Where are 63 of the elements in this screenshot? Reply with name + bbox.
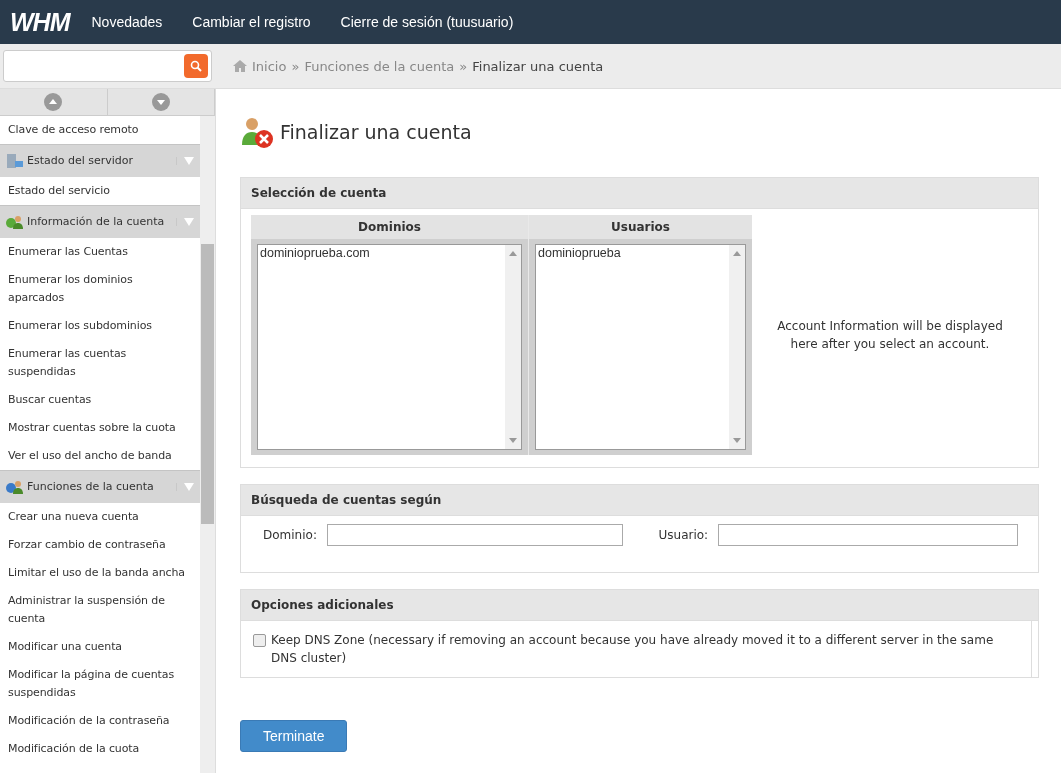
nav-link[interactable]: Novedades xyxy=(91,14,163,30)
home-icon[interactable] xyxy=(233,60,247,72)
account-info-text: Account Information will be displayed here after you select an account. xyxy=(776,318,1004,353)
breadcrumb-separator: » xyxy=(459,58,468,74)
section-label: Funciones de la cuenta xyxy=(27,479,155,495)
field-label: Usuario: xyxy=(658,528,709,542)
section-label: Información de la cuenta xyxy=(27,214,166,230)
panel-title: Búsqueda de cuentas según xyxy=(241,485,1038,516)
user-gear-icon xyxy=(6,479,24,495)
user-remove-icon xyxy=(240,115,274,149)
section-label: Estado del servidor xyxy=(27,153,135,169)
sidebar-scrollbar[interactable] xyxy=(200,116,215,773)
field-label: Dominio: xyxy=(263,528,317,542)
sidebar-link[interactable]: Ver el uso del ancho de banda xyxy=(0,442,200,470)
column-header: Usuarios xyxy=(529,215,752,239)
page-title: Finalizar una cuenta xyxy=(280,121,472,143)
search-icon xyxy=(190,60,202,72)
sidebar-link[interactable]: Crear una nueva cuenta xyxy=(0,503,200,531)
user-option[interactable]: dominioprueba xyxy=(538,246,727,260)
collapse-caret-icon[interactable] xyxy=(176,157,194,165)
sidebar-link[interactable]: Mostrar cuentas sobre la cuota xyxy=(0,414,200,442)
search-field[interactable] xyxy=(3,50,212,82)
listbox-scrollbar[interactable] xyxy=(505,245,521,449)
sidebar-link[interactable]: Estado del servicio xyxy=(0,177,200,205)
sidebar-section-header[interactable]: Funciones de la cuenta xyxy=(0,470,200,503)
sidebar-link[interactable]: Administrar la suspensión de cuenta xyxy=(0,587,200,633)
logo[interactable]: WHM xyxy=(10,7,70,37)
sidebar-link[interactable]: Modificar la página de cuentas suspendidas xyxy=(0,661,200,707)
breadcrumb-separator: » xyxy=(291,58,300,74)
domain-listbox[interactable]: dominioprueba.com xyxy=(257,244,522,450)
user-listbox[interactable]: dominioprueba xyxy=(535,244,746,450)
scrollbar-thumb[interactable] xyxy=(201,244,214,524)
user-info-icon xyxy=(6,214,24,230)
sidebar-link[interactable]: Forzar cambio de contraseña xyxy=(0,531,200,559)
text-field[interactable] xyxy=(326,524,623,546)
nav-link[interactable]: Cierre de sesión (tuusuario) xyxy=(340,14,514,30)
column-header: Dominios xyxy=(251,215,528,239)
sidebar-link[interactable]: Enumerar las cuentas suspendidas xyxy=(0,340,200,386)
sidebar-section-header[interactable]: Información de la cuenta xyxy=(0,205,200,238)
search-button[interactable] xyxy=(184,54,208,78)
sidebar-link[interactable]: Buscar cuentas xyxy=(0,386,200,414)
sidebar-link[interactable]: Modificación de la cuota xyxy=(0,735,200,763)
listbox-scrollbar[interactable] xyxy=(729,245,745,449)
panel-title: Selección de cuenta xyxy=(241,178,1038,209)
sidebar-link[interactable]: Enumerar los dominios aparcados xyxy=(0,266,200,312)
sidebar-link[interactable]: Modificar una cuenta xyxy=(0,633,200,661)
collapse-caret-icon[interactable] xyxy=(176,483,194,491)
sidebar-link[interactable]: Enumerar las Cuentas xyxy=(0,238,200,266)
domain-option[interactable]: dominioprueba.com xyxy=(260,246,503,260)
sidebar-section-header[interactable]: Estado del servidor xyxy=(0,144,200,177)
sidebar-link[interactable]: Clave de acceso remoto xyxy=(0,116,200,144)
sidebar-link[interactable]: Limitar el uso de la banda ancha xyxy=(0,559,200,587)
panel-title: Opciones adicionales xyxy=(241,590,1038,621)
checkbox-label: Keep DNS Zone (necessary if removing an account because you have already moved it to a different server in the same DNS cluster) xyxy=(271,632,995,667)
text-field[interactable] xyxy=(718,524,1018,546)
nav-link[interactable]: Cambiar el registro xyxy=(192,14,311,30)
checkbox[interactable] xyxy=(253,634,266,647)
terminate-button[interactable]: Terminate xyxy=(240,720,348,752)
breadcrumb-current: Finalizar una cuenta xyxy=(472,58,604,74)
sidebar-link[interactable]: Modificación de la contraseña xyxy=(0,707,200,735)
sidebar-link[interactable]: Enumerar los subdominios xyxy=(0,312,200,340)
collapse-caret-icon[interactable] xyxy=(176,218,194,226)
server-icon xyxy=(6,153,24,169)
